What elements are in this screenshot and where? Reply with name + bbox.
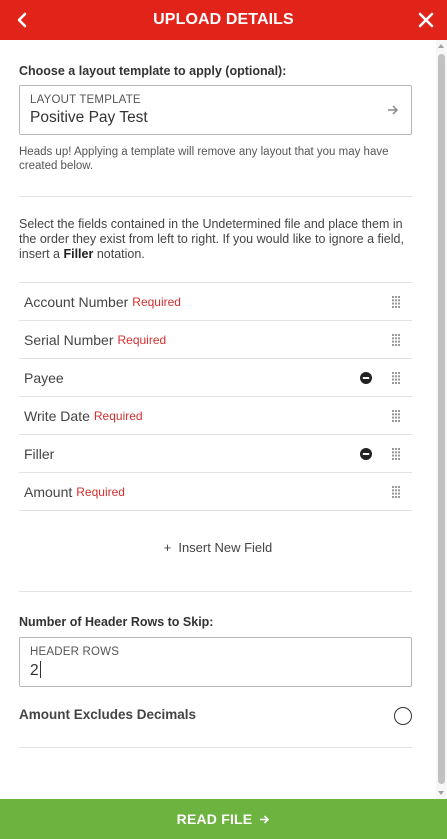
amount-excludes-decimals-label: Amount Excludes Decimals [19, 707, 197, 722]
arrow-right-icon [260, 814, 270, 824]
close-icon [418, 12, 434, 28]
read-file-button[interactable]: READ FILE [0, 799, 447, 839]
remove-field-icon[interactable] [360, 448, 372, 460]
drag-handle-icon[interactable] [392, 448, 400, 460]
field-row-payee[interactable]: Payee [19, 359, 412, 397]
header-rows-value-text: 2 [30, 662, 39, 679]
scroll-up-arrow-icon[interactable] [438, 44, 444, 48]
insert-new-field-label: Insert New Field [178, 540, 273, 555]
upload-details-form: Choose a layout template to apply (optio… [0, 40, 436, 799]
field-order-list: Account Number Required Serial Number Re… [19, 282, 412, 511]
chevron-left-icon [17, 12, 27, 28]
field-row-amount[interactable]: Amount Required [19, 473, 412, 511]
required-label: Required [132, 294, 181, 309]
field-name: Write Date [24, 407, 90, 424]
divider [19, 747, 412, 748]
drag-handle-icon[interactable] [392, 334, 400, 346]
scroll-down-arrow-icon[interactable] [438, 791, 444, 795]
layout-template-select[interactable]: LAYOUT TEMPLATE Positive Pay Test [19, 85, 412, 135]
close-button[interactable] [415, 8, 437, 32]
header-rows-input[interactable]: HEADER ROWS 2 [19, 637, 412, 687]
scrollbar-thumb[interactable] [438, 54, 445, 784]
required-label: Required [76, 484, 125, 499]
drag-handle-icon[interactable] [392, 410, 400, 422]
text-cursor [39, 661, 41, 678]
field-row-account-number[interactable]: Account Number Required [19, 283, 412, 321]
field-name: Payee [24, 369, 64, 386]
field-row-write-date[interactable]: Write Date Required [19, 397, 412, 435]
drag-handle-icon[interactable] [392, 296, 400, 308]
instructions-bold: Filler [63, 247, 94, 261]
read-file-label: READ FILE [176, 811, 253, 827]
plus-icon: + [163, 540, 172, 555]
header-rows-value: 2 [30, 661, 41, 680]
amount-excludes-decimals-radio[interactable] [394, 707, 412, 725]
divider [19, 591, 412, 592]
required-label: Required [93, 408, 143, 423]
top-bar: UPLOAD DETAILS [0, 0, 447, 40]
field-instructions: Select the fields contained in the Undet… [19, 217, 414, 262]
field-row-filler[interactable]: Filler [19, 435, 412, 473]
drag-handle-icon[interactable] [392, 486, 400, 498]
template-section-label: Choose a layout template to apply (optio… [19, 64, 287, 78]
field-name: Amount [24, 483, 73, 500]
required-label: Required [117, 332, 167, 347]
field-name: Filler [24, 445, 55, 462]
remove-field-icon[interactable] [360, 372, 372, 384]
field-row-serial-number[interactable]: Serial Number Required [19, 321, 412, 359]
back-button[interactable] [12, 8, 32, 32]
instructions-text-end: notation. [93, 247, 145, 261]
insert-new-field-button[interactable]: + Insert New Field [0, 540, 436, 555]
drag-handle-icon[interactable] [392, 372, 400, 384]
header-rows-section-label: Number of Header Rows to Skip: [19, 615, 214, 629]
page-title: UPLOAD DETAILS [153, 11, 294, 28]
scrollbar[interactable] [436, 40, 447, 799]
layout-template-value: Positive Pay Test [30, 109, 148, 126]
amount-excludes-decimals-row[interactable]: Amount Excludes Decimals [19, 700, 412, 730]
layout-template-label: LAYOUT TEMPLATE [30, 94, 141, 106]
field-name: Account Number [24, 293, 129, 310]
field-name: Serial Number [24, 331, 114, 348]
arrow-right-icon [388, 105, 399, 115]
template-warning-note: Heads up! Applying a template will remov… [19, 146, 389, 172]
divider [19, 196, 412, 197]
header-rows-label: HEADER ROWS [30, 646, 120, 658]
